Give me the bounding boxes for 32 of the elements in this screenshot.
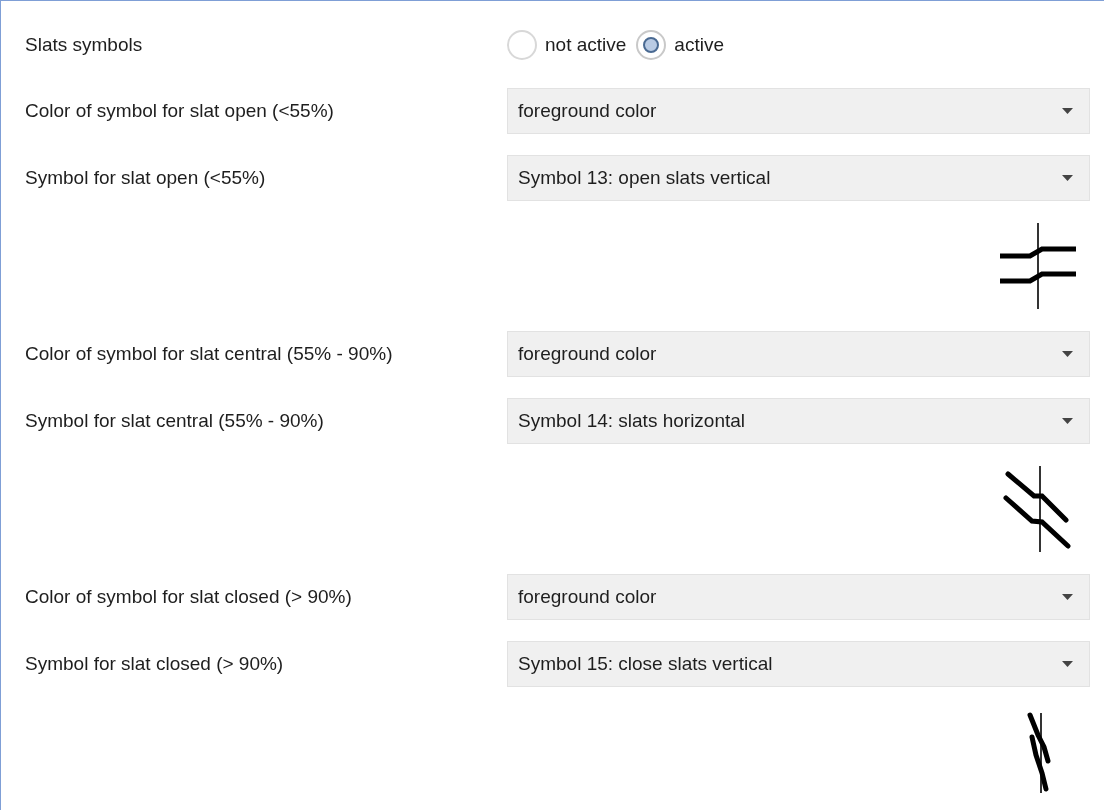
dropdown-value: foreground color: [518, 586, 657, 608]
radio-button[interactable]: [507, 30, 537, 60]
open-slats-icon: [1000, 222, 1076, 310]
dropdown[interactable]: Symbol 14: slats horizontal: [507, 398, 1090, 444]
setting-label: Symbol for slat central (55% - 90%): [25, 410, 325, 432]
caret-icon: [1062, 594, 1073, 600]
caret-icon: [1062, 175, 1073, 181]
dropdown[interactable]: Symbol 13: open slats vertical: [507, 155, 1090, 201]
setting-label: Symbol for slat open (<55%): [25, 167, 267, 189]
setting-label: Color of symbol for slat closed (> 90%): [25, 586, 353, 608]
setting-label: Color of symbol for slat central (55% - 90%): [25, 343, 394, 365]
dropdown-value: Symbol 14: slats horizontal: [518, 410, 746, 432]
dropdown-value: Symbol 13: open slats vertical: [518, 167, 771, 189]
setting-label: Slats symbols: [25, 34, 144, 56]
caret-icon: [1062, 661, 1073, 667]
dropdown[interactable]: foreground color: [507, 88, 1090, 134]
setting-label: Color of symbol for slat open (<55%): [25, 100, 335, 122]
radio-button[interactable]: [636, 30, 667, 60]
dropdown[interactable]: Symbol 15: close slats vertical: [507, 641, 1090, 687]
dropdown-value: Symbol 15: close slats vertical: [518, 653, 773, 675]
radio-option[interactable]: active: [636, 30, 724, 60]
radio-option[interactable]: not active: [507, 30, 627, 60]
dropdown[interactable]: foreground color: [507, 574, 1090, 620]
caret-icon: [1062, 108, 1073, 114]
setting-label: Symbol for slat closed (> 90%): [25, 653, 285, 675]
caret-icon: [1062, 351, 1073, 357]
dropdown[interactable]: foreground color: [507, 331, 1090, 377]
dropdown-value: foreground color: [518, 100, 657, 122]
dropdown-value: foreground color: [518, 343, 657, 365]
closed-slats-icon: [1027, 712, 1051, 794]
caret-icon: [1062, 418, 1073, 424]
horizontal-slats-icon: [1003, 465, 1071, 553]
